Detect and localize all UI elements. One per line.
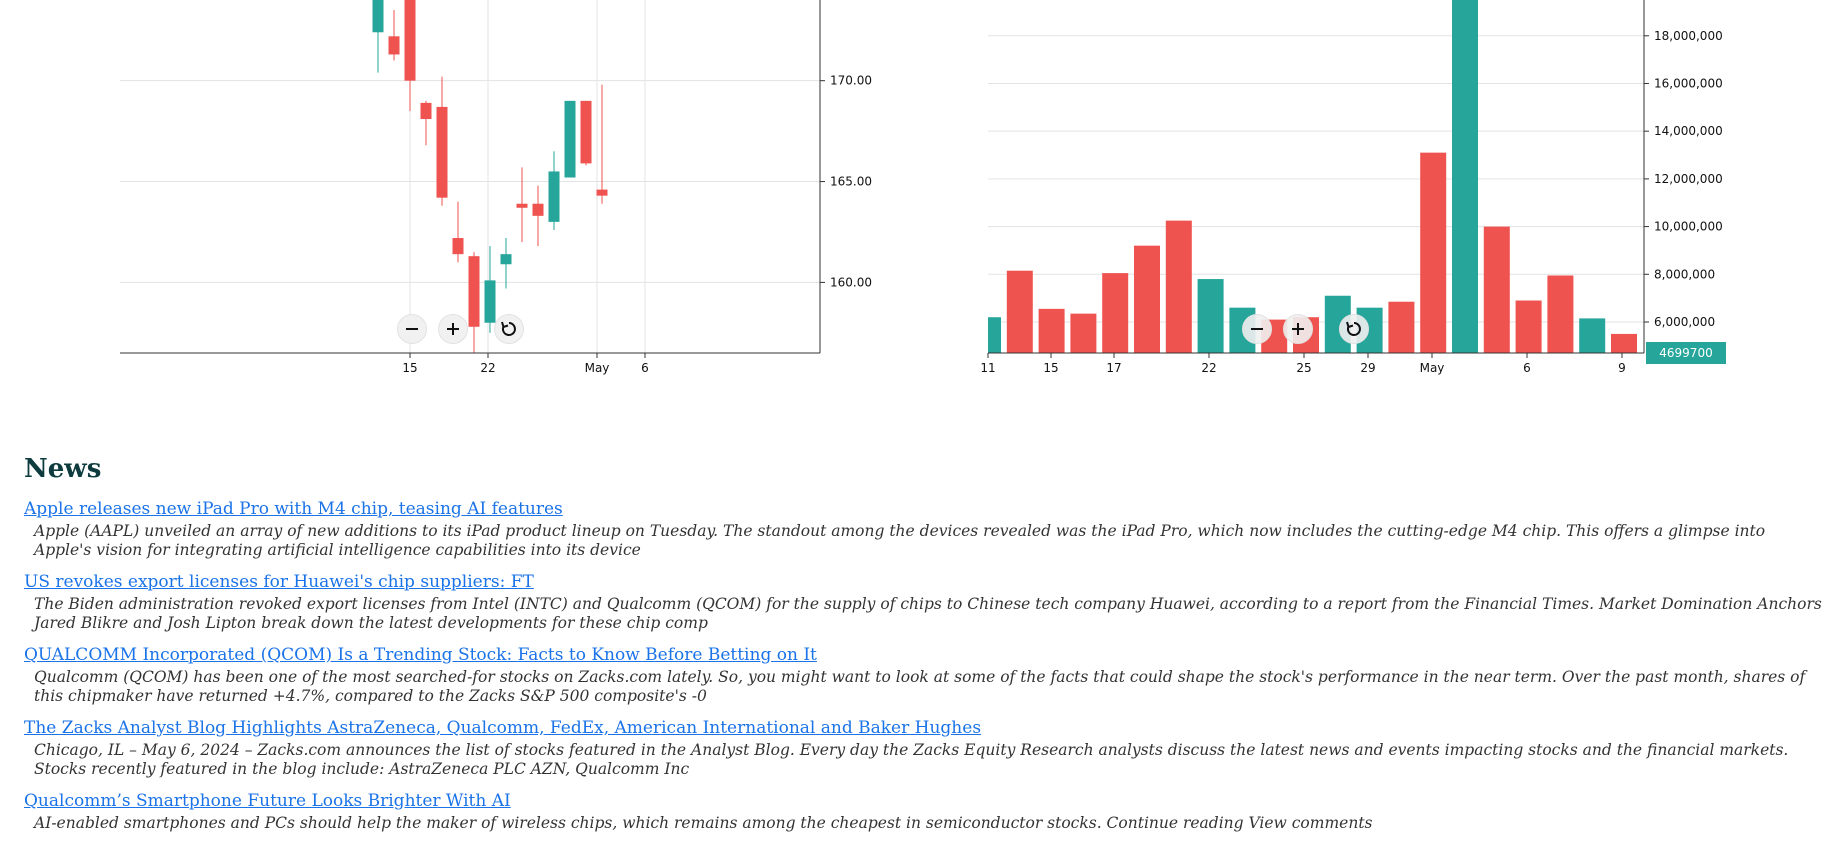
volume-zoom-in-button[interactable] <box>1283 314 1313 344</box>
volume-bar[interactable] <box>1452 0 1478 353</box>
volume-bar[interactable] <box>1070 313 1097 353</box>
news-heading: News <box>24 454 102 484</box>
price-x-tick-label: 6 <box>641 361 649 375</box>
minus-icon <box>1251 328 1263 330</box>
volume-bar[interactable] <box>1165 220 1192 353</box>
volume-y-tick-label: 8,000,000 <box>1654 267 1715 281</box>
candle-body[interactable] <box>388 36 400 55</box>
volume-y-tick-label: 14,000,000 <box>1654 124 1723 138</box>
news-item-link[interactable]: QUALCOMM Incorporated (QCOM) Is a Trendi… <box>24 644 817 666</box>
volume-chart-canvas[interactable]: 6,000,000 8,000,000 10,000,000 12,000,000 14… <box>960 0 1833 380</box>
news-item: The Zacks Analyst Blog Highlights AstraZ… <box>24 717 1824 779</box>
plus-icon <box>1292 323 1304 335</box>
news-item-summary: Chicago, IL – May 6, 2024 – Zacks.com an… <box>34 741 1789 778</box>
candle-body[interactable] <box>484 280 496 323</box>
volume-bar[interactable] <box>1006 270 1033 353</box>
price-chart[interactable]: 160.00 165.00 170.00 15 22 May 6 <box>0 0 930 380</box>
news-item-summary: The Biden administration revoked export … <box>34 595 1822 632</box>
volume-x-tick-label: 15 <box>1043 361 1058 375</box>
volume-x-tick-label: 11 <box>980 361 995 375</box>
volume-bar[interactable] <box>1515 300 1542 353</box>
volume-bar[interactable] <box>1197 279 1224 353</box>
news-item: Apple releases new iPad Pro with M4 chip… <box>24 498 1824 560</box>
price-zoom-in-button[interactable] <box>438 314 468 344</box>
volume-bar[interactable] <box>1038 308 1065 353</box>
news-item-link[interactable]: Apple releases new iPad Pro with M4 chip… <box>24 498 563 520</box>
volume-x-tick-label: 6 <box>1523 361 1531 375</box>
volume-x-tick-label: 22 <box>1201 361 1216 375</box>
candle-body[interactable] <box>580 100 592 164</box>
volume-x-tick-label: 29 <box>1360 361 1375 375</box>
price-y-tick-label: 165.00 <box>830 175 872 189</box>
volume-reset-button[interactable] <box>1339 314 1369 344</box>
volume-bar[interactable] <box>1579 318 1606 353</box>
volume-chart[interactable]: 6,000,000 8,000,000 10,000,000 12,000,000 14… <box>960 0 1833 380</box>
price-x-tick-label: 22 <box>480 361 495 375</box>
candle-body[interactable] <box>372 0 384 33</box>
news-item-link[interactable]: The Zacks Analyst Blog Highlights AstraZ… <box>24 717 981 739</box>
volume-bar[interactable] <box>1102 273 1129 353</box>
volume-y-tick-label: 18,000,000 <box>1654 29 1723 43</box>
volume-x-tick-label: 25 <box>1296 361 1311 375</box>
volume-bar[interactable] <box>1611 333 1637 353</box>
candle-body[interactable] <box>596 189 608 196</box>
news-item-link[interactable]: Qualcomm’s Smartphone Future Looks Brigh… <box>24 790 511 812</box>
price-zoom-out-button[interactable] <box>397 314 427 344</box>
price-x-tick-label: 15 <box>402 361 417 375</box>
reset-icon <box>501 321 516 336</box>
candle-body[interactable] <box>516 203 528 208</box>
candle-body[interactable] <box>404 0 416 81</box>
reset-icon <box>1346 321 1361 336</box>
volume-y-tick-label: 16,000,000 <box>1654 76 1723 90</box>
volume-y-tick-label: 12,000,000 <box>1654 172 1723 186</box>
news-item-link[interactable]: US revokes export licenses for Huawei's … <box>24 571 534 593</box>
news-item: Qualcomm’s Smartphone Future Looks Brigh… <box>24 790 1824 833</box>
volume-bar[interactable] <box>988 317 1001 353</box>
news-item: US revokes export licenses for Huawei's … <box>24 571 1824 633</box>
volume-bar[interactable] <box>1547 275 1574 353</box>
candle-body[interactable] <box>420 102 432 120</box>
volume-zoom-out-button[interactable] <box>1242 314 1272 344</box>
news-item-summary: Apple (AAPL) unveiled an array of new ad… <box>34 522 1766 559</box>
volume-y-tick-label: 10,000,000 <box>1654 220 1723 234</box>
volume-y-tick-label: 6,000,000 <box>1654 315 1715 329</box>
volume-bar[interactable] <box>1420 152 1447 353</box>
candle-body[interactable] <box>436 106 448 198</box>
candle-body[interactable] <box>532 203 544 216</box>
volume-x-tick-label: 17 <box>1106 361 1121 375</box>
news-item-summary: Qualcomm (QCOM) has been one of the most… <box>34 668 1806 705</box>
candle-body[interactable] <box>452 238 464 255</box>
volume-bar[interactable] <box>1483 226 1510 353</box>
plus-icon <box>447 323 459 335</box>
candle-body[interactable] <box>468 256 480 327</box>
price-y-tick-label: 170.00 <box>830 74 872 88</box>
candle-body[interactable] <box>564 100 576 178</box>
last-volume-badge: 4699700 <box>1646 342 1726 364</box>
candle-body[interactable] <box>548 171 560 222</box>
price-reset-button[interactable] <box>494 314 524 344</box>
candle-body[interactable] <box>500 254 512 265</box>
price-y-tick-label: 160.00 <box>830 275 872 289</box>
news-item: QUALCOMM Incorporated (QCOM) Is a Trendi… <box>24 644 1824 706</box>
volume-x-tick-label: 9 <box>1618 361 1626 375</box>
volume-bar[interactable] <box>1134 245 1160 353</box>
minus-icon <box>406 328 418 330</box>
volume-bar[interactable] <box>1388 301 1415 353</box>
news-section: News Apple releases new iPad Pro with M4… <box>24 454 1824 844</box>
news-item-summary: AI-enabled smartphones and PCs should he… <box>34 814 1373 832</box>
price-x-tick-label: May <box>585 361 610 375</box>
volume-x-tick-label: May <box>1420 361 1445 375</box>
